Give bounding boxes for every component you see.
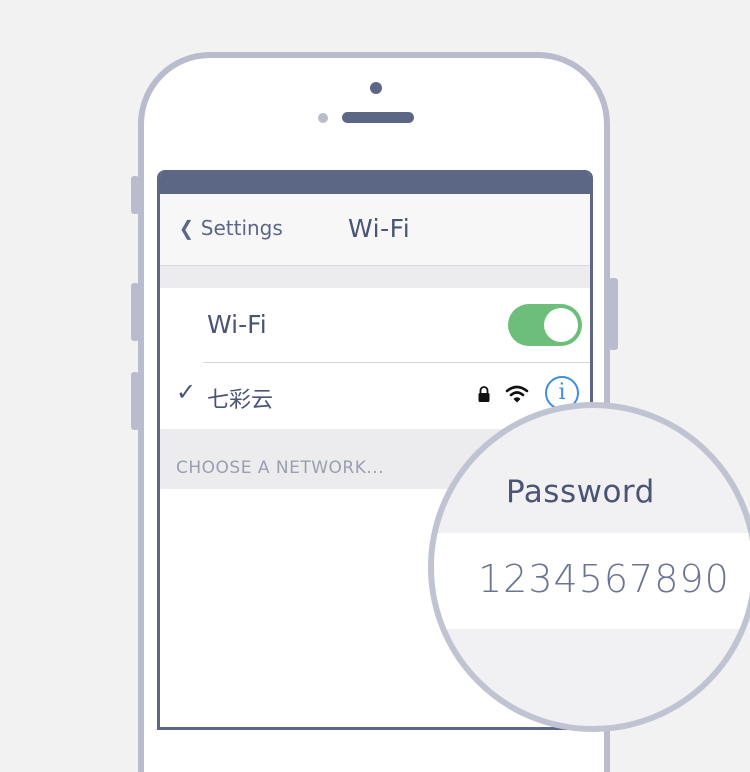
earpiece-speaker bbox=[342, 112, 414, 123]
password-value: 1234567890 bbox=[478, 557, 730, 601]
volume-up-button bbox=[131, 283, 139, 341]
wifi-toggle-row: Wi-Fi bbox=[160, 288, 590, 362]
wifi-signal-icon bbox=[505, 384, 529, 408]
toggle-knob bbox=[544, 308, 578, 342]
wifi-toggle-switch[interactable] bbox=[508, 304, 582, 346]
password-magnifier-callout: Password 1234567890 bbox=[428, 402, 750, 732]
wifi-toggle-label: Wi-Fi bbox=[207, 310, 267, 339]
password-field: 1234567890 bbox=[434, 533, 750, 629]
page-title: Wi-Fi bbox=[348, 214, 411, 243]
navigation-bar: ❮ Settings Wi-Fi bbox=[160, 194, 590, 266]
proximity-sensor bbox=[318, 113, 328, 123]
power-button bbox=[609, 278, 618, 350]
status-bar bbox=[160, 170, 590, 194]
back-button-label: Settings bbox=[200, 216, 283, 240]
checkmark-icon: ✓ bbox=[176, 378, 197, 406]
lock-icon bbox=[477, 385, 491, 407]
volume-down-button bbox=[131, 372, 139, 430]
section-gap bbox=[160, 266, 590, 288]
password-label: Password bbox=[506, 474, 655, 510]
choose-network-label: CHOOSE A NETWORK... bbox=[176, 458, 385, 478]
back-button[interactable]: ❮ Settings bbox=[178, 216, 283, 240]
front-camera bbox=[370, 82, 382, 94]
network-name: 七彩云 bbox=[207, 388, 274, 413]
chevron-left-icon: ❮ bbox=[178, 216, 194, 240]
mute-switch bbox=[131, 176, 139, 214]
